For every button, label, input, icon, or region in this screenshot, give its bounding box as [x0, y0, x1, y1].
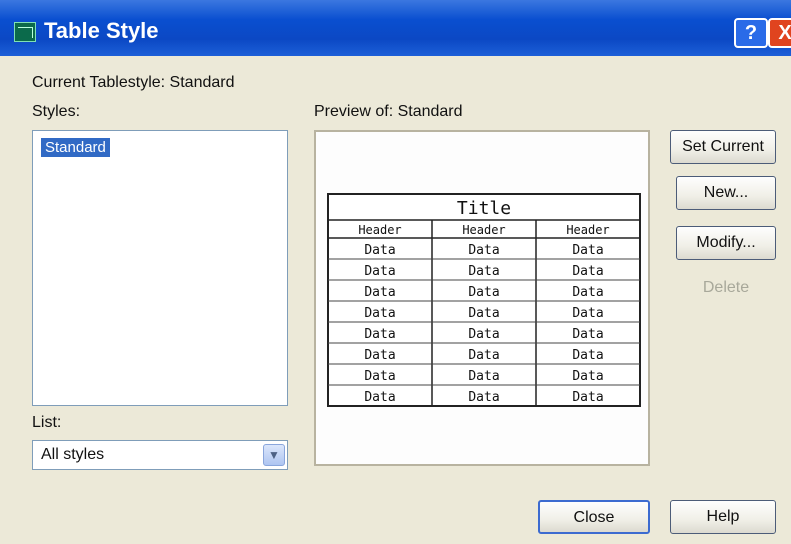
preview-data-cell: Data [364, 348, 395, 363]
preview-data-cell: Data [468, 327, 499, 342]
close-icon[interactable]: X [768, 18, 791, 48]
preview-data-cell: Data [572, 390, 603, 405]
preview-data-cell: Data [468, 243, 499, 258]
preview-data-cell: Data [468, 264, 499, 279]
preview-table-graphic: Title Header Header Header Data Data Data D… [327, 193, 641, 407]
preview-data-cell: Data [468, 285, 499, 300]
preview-data-cell: Data [572, 264, 603, 279]
preview-data-cell: Data [364, 390, 395, 405]
table-style-dialog: Table Style ? X Current Tablestyle: Stan… [0, 0, 791, 544]
preview-header-cell: Header [566, 223, 609, 237]
styles-label: Styles: [32, 103, 81, 120]
preview-data-cell: Data [572, 348, 603, 363]
current-tablestyle-label: Current Tablestyle: Standard [32, 74, 235, 91]
preview-data-cell: Data [572, 285, 603, 300]
list-filter-value: All styles [41, 446, 105, 463]
preview-data-cell: Data [364, 306, 395, 321]
preview-data-cell: Data [364, 327, 395, 342]
preview-data-cell: Data [364, 264, 395, 279]
preview-data-cell: Data [468, 306, 499, 321]
preview-data-cell: Data [572, 306, 603, 321]
close-button[interactable]: Close [538, 500, 650, 534]
preview-data-cell: Data [468, 348, 499, 363]
preview-data-cell: Data [572, 369, 603, 384]
preview-header-cell: Header [358, 223, 401, 237]
preview-data-cell: Data [468, 369, 499, 384]
preview-data-cell: Data [364, 285, 395, 300]
preview-data-cell: Data [364, 243, 395, 258]
new-button[interactable]: New... [676, 176, 776, 210]
set-current-button[interactable]: Set Current [670, 130, 776, 164]
list-filter-dropdown[interactable]: All styles ▼ [32, 440, 288, 470]
autocad-app-icon [14, 22, 36, 42]
preview-data-cell: Data [572, 243, 603, 258]
title-bar[interactable]: Table Style ? X [0, 0, 791, 56]
styles-listbox[interactable]: Standard [32, 130, 288, 406]
help-button[interactable]: Help [670, 500, 776, 534]
styles-item-standard[interactable]: Standard [40, 137, 111, 158]
window-title: Table Style [44, 18, 159, 43]
chevron-down-icon[interactable]: ▼ [263, 444, 285, 466]
table-preview: Title Header Header Header Data Data Data D… [314, 130, 650, 466]
modify-button[interactable]: Modify... [676, 226, 776, 260]
preview-header-cell: Header [462, 223, 505, 237]
list-label: List: [32, 414, 62, 431]
preview-data-cell: Data [364, 369, 395, 384]
help-question-icon[interactable]: ? [734, 18, 768, 48]
preview-data-cell: Data [468, 390, 499, 405]
preview-title-text: Title [457, 198, 511, 219]
preview-data-cell: Data [572, 327, 603, 342]
preview-label: Preview of: Standard [314, 103, 463, 120]
delete-button[interactable]: Delete [676, 272, 776, 306]
